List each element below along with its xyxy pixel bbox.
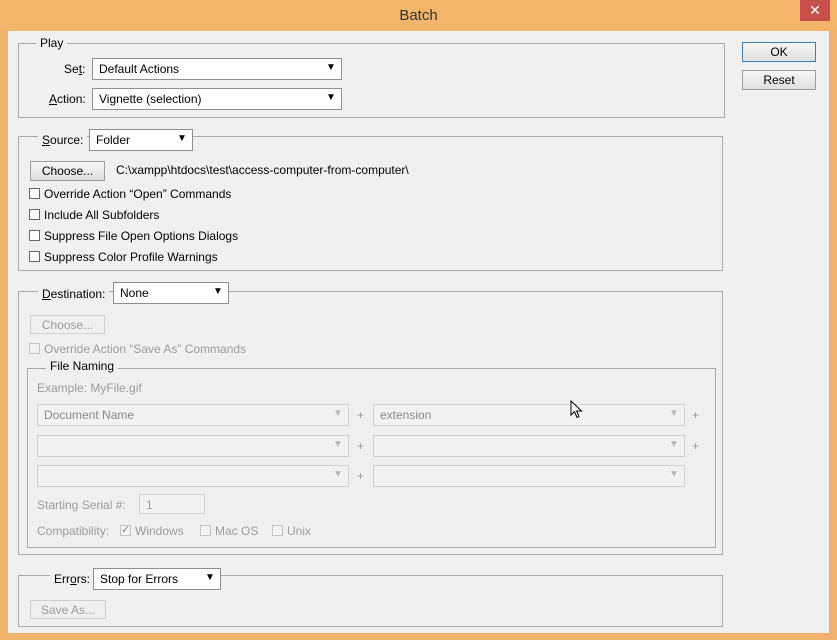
chevron-down-icon: ▼ xyxy=(333,469,343,480)
checkmark-icon: ✓ xyxy=(121,524,131,536)
chevron-down-icon: ▼ xyxy=(669,439,679,450)
file-naming-example: Example: MyFile.gif xyxy=(37,381,142,395)
source-select[interactable]: Folder ▼ xyxy=(89,129,193,151)
dialog-body: OK Reset Play Set: Default Actions ▼ Act… xyxy=(8,31,829,633)
serial-input-value: 1 xyxy=(146,498,153,512)
set-label: Set: xyxy=(64,62,86,76)
ok-button[interactable]: OK xyxy=(742,42,816,62)
errors-select-value: Stop for Errors xyxy=(100,572,179,586)
naming-field-6[interactable]: ▼ xyxy=(373,465,685,487)
include-subfolders-label: Include All Subfolders xyxy=(44,208,160,222)
chevron-down-icon: ▼ xyxy=(177,133,187,144)
chevron-down-icon: ▼ xyxy=(213,286,223,297)
naming-field-3[interactable]: ▼ xyxy=(37,435,349,457)
naming-field-2-value: extension xyxy=(380,408,432,422)
include-subfolders-checkbox[interactable] xyxy=(29,209,40,220)
action-select-value: Vignette (selection) xyxy=(99,92,202,106)
set-select[interactable]: Default Actions ▼ xyxy=(92,58,342,80)
chevron-down-icon: ▼ xyxy=(669,469,679,480)
errors-select[interactable]: Stop for Errors ▼ xyxy=(93,568,221,590)
chevron-down-icon: ▼ xyxy=(326,92,336,103)
serial-label: Starting Serial #: xyxy=(37,498,126,512)
plus-separator: + xyxy=(357,439,365,453)
play-legend: Play xyxy=(36,36,68,50)
plus-separator: + xyxy=(357,408,365,422)
naming-field-1-value: Document Name xyxy=(44,408,135,422)
override-save-as-label: Override Action “Save As” Commands xyxy=(44,342,247,356)
unix-label: Unix xyxy=(287,524,312,538)
file-naming-group xyxy=(27,368,716,548)
source-select-value: Folder xyxy=(96,133,131,147)
plus-separator: + xyxy=(357,469,365,483)
action-label: Action: xyxy=(49,92,86,106)
action-select[interactable]: Vignette (selection) ▼ xyxy=(92,88,342,110)
close-button[interactable]: ✕ xyxy=(800,0,830,21)
suppress-open-options-checkbox[interactable] xyxy=(29,230,40,241)
file-naming-legend: File Naming xyxy=(46,359,119,373)
naming-field-4[interactable]: ▼ xyxy=(373,435,685,457)
chevron-down-icon: ▼ xyxy=(333,439,343,450)
override-open-checkbox[interactable] xyxy=(29,188,40,199)
chevron-down-icon: ▼ xyxy=(669,408,679,419)
compatibility-label: Compatibility: xyxy=(37,524,110,538)
plus-separator: + xyxy=(692,439,700,453)
chevron-down-icon: ▼ xyxy=(326,62,336,73)
chevron-down-icon: ▼ xyxy=(333,408,343,419)
save-as-button[interactable]: Save As... xyxy=(30,600,106,619)
override-open-label: Override Action “Open” Commands xyxy=(44,187,232,201)
serial-input[interactable]: 1 xyxy=(139,494,205,514)
windows-label: Windows xyxy=(135,524,184,538)
naming-field-1[interactable]: Document Name ▼ xyxy=(37,404,349,426)
window-title: Batch xyxy=(399,7,438,24)
errors-label: Errors: xyxy=(50,572,95,586)
chevron-down-icon: ▼ xyxy=(205,572,215,583)
naming-field-2[interactable]: extension ▼ xyxy=(373,404,685,426)
windows-checkbox[interactable]: ✓ xyxy=(120,524,131,536)
suppress-open-options-label: Suppress File Open Options Dialogs xyxy=(44,229,239,243)
source-path: C:\xampp\htdocs\test\access-computer-fro… xyxy=(116,163,409,177)
source-choose-button[interactable]: Choose... xyxy=(30,161,105,181)
source-label: Source: xyxy=(38,133,88,147)
mouse-cursor-icon xyxy=(570,400,583,419)
set-select-value: Default Actions xyxy=(99,62,180,76)
override-save-as-checkbox[interactable] xyxy=(29,343,40,354)
reset-button[interactable]: Reset xyxy=(742,70,816,90)
suppress-color-profile-label: Suppress Color Profile Warnings xyxy=(44,250,218,264)
mac-os-checkbox[interactable] xyxy=(200,525,211,536)
unix-checkbox[interactable] xyxy=(272,525,283,536)
naming-field-5[interactable]: ▼ xyxy=(37,465,349,487)
mac-os-label: Mac OS xyxy=(215,524,259,538)
plus-separator: + xyxy=(692,408,700,422)
batch-dialog: Batch ✕ OK Reset Play Set: Default Actio… xyxy=(0,0,837,640)
title-bar[interactable]: Batch ✕ xyxy=(0,0,837,31)
suppress-color-profile-checkbox[interactable] xyxy=(29,251,40,262)
destination-label: Destination: xyxy=(38,287,110,301)
destination-select[interactable]: None ▼ xyxy=(113,282,229,304)
destination-select-value: None xyxy=(120,286,149,300)
destination-choose-button[interactable]: Choose... xyxy=(30,315,105,334)
